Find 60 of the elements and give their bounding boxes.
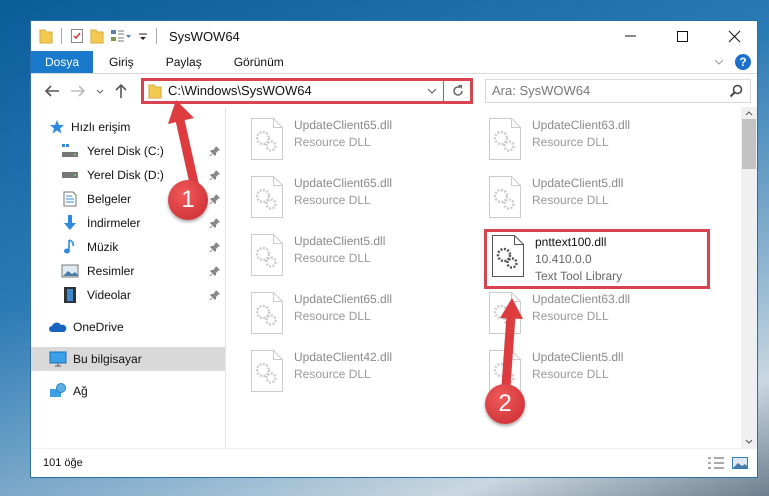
address-field[interactable]: C:\Windows\SysWOW64: [141, 78, 473, 104]
sidebar-item[interactable]: Müzik: [87, 240, 118, 254]
pin-icon[interactable]: [209, 289, 221, 301]
up-arrow-icon[interactable]: [113, 82, 129, 98]
file-description: Resource DLL: [294, 134, 372, 151]
properties-icon[interactable]: [70, 28, 84, 44]
ribbon-tab[interactable]: Paylaş: [150, 51, 218, 73]
large-icons-view-icon[interactable]: [731, 456, 749, 470]
ribbon-tab[interactable]: Giriş: [93, 51, 150, 73]
sidebar-item[interactable]: Bu bilgisayar: [31, 347, 225, 371]
sidebar-item[interactable]: Hızlı erişim: [31, 115, 225, 139]
search-field[interactable]: Ara: SysWOW64: [485, 78, 751, 102]
star-icon: [49, 119, 65, 135]
back-arrow-icon[interactable]: [43, 82, 61, 98]
file-description: Resource DLL: [532, 308, 610, 325]
sidebar-item[interactable]: Videolar: [87, 288, 131, 302]
file-description: Resource DLL: [532, 192, 610, 209]
ribbon-tab[interactable]: Görünüm: [218, 51, 300, 73]
file-description: Resource DLL: [294, 250, 372, 267]
download-arrow-icon: [61, 215, 79, 231]
file-description: Resource DLL: [294, 366, 372, 383]
pin-icon[interactable]: [209, 241, 221, 253]
document-icon: [61, 191, 79, 207]
file-description: Resource DLL: [294, 192, 372, 209]
sidebar-item[interactable]: Yerel Disk (D:): [87, 168, 164, 182]
pin-icon[interactable]: [209, 265, 221, 277]
sidebar-item[interactable]: Ağ: [31, 379, 225, 403]
file-description: Resource DLL: [294, 308, 372, 325]
window-title: SysWOW64: [169, 28, 240, 44]
dropdown-icon[interactable]: [427, 86, 437, 96]
scrollbar-thumb[interactable]: [742, 119, 756, 169]
sidebar-item[interactable]: Belgeler: [87, 192, 132, 206]
help-button[interactable]: ?: [735, 54, 751, 70]
drive-icon: [61, 143, 79, 159]
file-name[interactable]: pnttext100.dll: [535, 234, 622, 251]
pin-icon[interactable]: [209, 217, 221, 229]
search-icon[interactable]: [729, 84, 743, 98]
film-icon: [61, 287, 79, 303]
folder-icon: [148, 82, 162, 98]
file-description: Resource DLL: [532, 134, 610, 151]
file-version: 10.410.0.0: [535, 251, 593, 268]
view-dropdown-icon[interactable]: [110, 28, 132, 44]
sidebar-item[interactable]: OneDrive: [31, 315, 225, 339]
pin-icon[interactable]: [209, 169, 221, 181]
network-icon: [49, 383, 67, 399]
scrollbar[interactable]: [741, 107, 757, 448]
item-count: 101 öğe: [43, 457, 83, 469]
sidebar-item[interactable]: Resimler: [87, 264, 134, 278]
pin-icon[interactable]: [209, 193, 221, 205]
expand-ribbon-icon[interactable]: [713, 57, 725, 67]
file-description: Resource DLL: [532, 366, 610, 383]
sidebar-item[interactable]: İndirmeler: [87, 216, 140, 230]
computer-icon: [49, 351, 67, 367]
file-description: Text Tool Library: [535, 268, 622, 285]
drive-icon: [61, 172, 79, 178]
ribbon-tab[interactable]: Dosya: [31, 51, 94, 73]
pin-icon[interactable]: [209, 145, 221, 157]
sidebar-item[interactable]: Yerel Disk (C:): [87, 144, 164, 158]
details-view-icon[interactable]: [707, 456, 725, 470]
picture-icon: [61, 263, 79, 279]
